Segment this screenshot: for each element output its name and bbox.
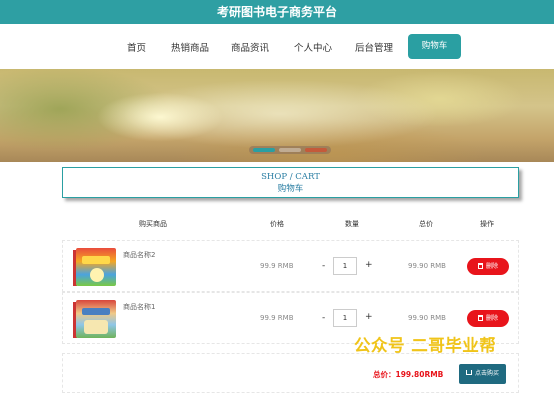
cart-summary: 总价：199.80RMB 点击购买 — [62, 353, 519, 393]
section-title-cn: 购物车 — [277, 184, 304, 194]
delete-button-label: 删除 — [485, 315, 498, 322]
nav-item-home[interactable]: 首页 — [127, 40, 146, 54]
buy-button-label: 点击购买 — [474, 370, 499, 377]
section-title: SHOP / CART 购物车 — [62, 167, 519, 198]
quantity-decrease-button[interactable]: - — [322, 261, 325, 271]
product-price: 99.9 RMB — [260, 314, 294, 322]
trash-icon — [477, 315, 483, 321]
delete-button[interactable]: 删除 — [467, 258, 509, 275]
site-title: 考研图书电子商务平台 — [216, 5, 337, 19]
column-header-total: 总价 — [419, 220, 433, 228]
site-title-bar: 考研图书电子商务平台 — [0, 0, 554, 24]
product-image[interactable] — [73, 246, 118, 288]
delete-button[interactable]: 删除 — [467, 310, 509, 327]
section-title-en: SHOP / CART — [261, 172, 320, 182]
quantity-increase-button[interactable]: + — [365, 260, 373, 270]
cart-row: 商品名称2 99.9 RMB - 1 + 99.90 RMB 删除 — [62, 240, 519, 292]
quantity-decrease-button[interactable]: - — [322, 313, 325, 323]
carousel-dot-3[interactable] — [305, 148, 327, 152]
banner-carousel — [0, 69, 554, 162]
row-total: 99.90 RMB — [408, 262, 446, 270]
main-nav: 首页 热销商品 商品资讯 个人中心 后台管理 购物车 — [0, 24, 554, 68]
buy-button[interactable]: 点击购买 — [459, 364, 506, 384]
trash-icon — [477, 263, 483, 269]
column-header-quantity: 数量 — [345, 220, 359, 228]
quantity-input[interactable]: 1 — [333, 309, 357, 327]
nav-item-hot-products[interactable]: 热销商品 — [171, 40, 209, 54]
product-price: 99.9 RMB — [260, 262, 294, 270]
quantity-increase-button[interactable]: + — [365, 312, 373, 322]
quantity-input[interactable]: 1 — [333, 257, 357, 275]
carousel-indicators — [249, 146, 331, 154]
row-total: 99.90 RMB — [408, 314, 446, 322]
column-header-product: 购买商品 — [139, 220, 167, 228]
column-header-price: 价格 — [270, 220, 284, 228]
carousel-dot-2[interactable] — [279, 148, 301, 152]
cart-icon — [465, 370, 472, 375]
delete-button-label: 删除 — [485, 263, 498, 270]
banner-image — [120, 79, 440, 149]
column-header-action: 操作 — [480, 220, 494, 228]
cart-total: 总价：199.80RMB — [373, 370, 444, 379]
nav-item-admin[interactable]: 后台管理 — [355, 40, 393, 54]
nav-cart-button[interactable]: 购物车 — [408, 34, 461, 59]
nav-item-product-news[interactable]: 商品资讯 — [231, 40, 269, 54]
watermark: 公众号 二哥毕业帮 — [354, 336, 497, 355]
product-name[interactable]: 商品名称2 — [123, 250, 155, 260]
carousel-dot-1[interactable] — [253, 148, 275, 152]
product-image[interactable] — [73, 298, 118, 340]
product-name[interactable]: 商品名称1 — [123, 302, 155, 312]
nav-item-user-center[interactable]: 个人中心 — [294, 40, 332, 54]
